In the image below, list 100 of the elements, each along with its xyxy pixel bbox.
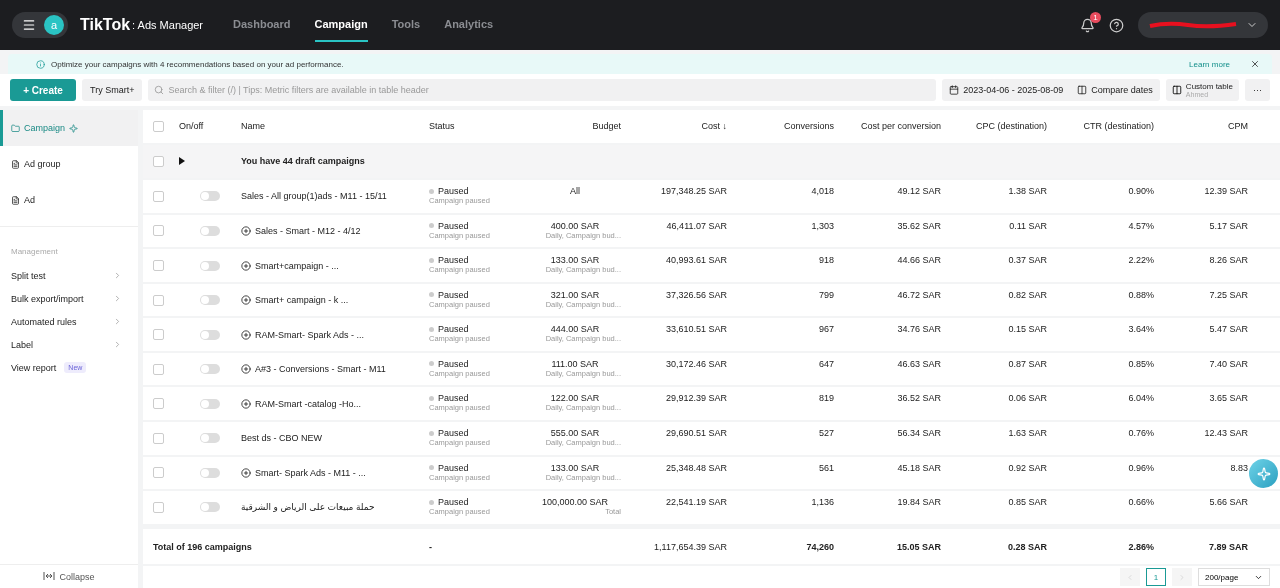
budget-value: 111.00 SAR: [551, 358, 599, 369]
on-off-toggle[interactable]: [200, 260, 220, 271]
expand-caret-icon[interactable]: [179, 157, 185, 166]
column-header[interactable]: CTR (destination): [1055, 121, 1162, 131]
table-cell-text: 30,172.46 SAR: [664, 358, 728, 369]
notification-bell-icon[interactable]: [1080, 17, 1095, 33]
checkbox[interactable]: [153, 294, 164, 306]
checkbox[interactable]: [153, 363, 164, 375]
campaign-name[interactable]: A#3 - Conversions - Smart - M11: [255, 364, 386, 375]
on-off-toggle[interactable]: [200, 364, 220, 375]
campaign-name[interactable]: Sales - All group(1)ads - M11 - 15/11: [241, 191, 387, 202]
table-cell-text: 7.40 SAR: [1208, 358, 1249, 369]
brand-logo: TikTok: [80, 16, 131, 34]
checkbox[interactable]: [153, 260, 164, 271]
help-icon[interactable]: [1109, 17, 1124, 33]
campaign-name[interactable]: حملة مبيعات على الرياض و الشرقية: [241, 502, 375, 513]
total-cell-text: 7.89 SAR: [1207, 541, 1249, 552]
table-cell-text: 1.38 SAR: [1007, 186, 1048, 197]
status-text: Paused: [438, 497, 469, 508]
collapse-button[interactable]: Collapse: [0, 564, 138, 588]
section-title: Management: [0, 226, 138, 264]
column-header[interactable]: CPC (destination): [949, 121, 1055, 131]
campaign-name[interactable]: Smart+campaign - ...: [255, 260, 339, 271]
nav-tab[interactable]: Tools: [391, 8, 421, 42]
account-switcher[interactable]: [1138, 12, 1268, 38]
checkbox[interactable]: [153, 398, 164, 410]
table-cell-text: 49.12 SAR: [896, 186, 942, 197]
chevron-right-icon: [113, 271, 122, 280]
column-header[interactable]: Name: [241, 121, 429, 131]
learn-more-link[interactable]: Learn more: [1189, 59, 1230, 69]
total-cell-text: 74,260: [805, 541, 835, 552]
close-icon[interactable]: [1250, 59, 1260, 69]
campaign-name[interactable]: Sales - Smart - M12 - 4/12: [255, 225, 361, 236]
campaign-name[interactable]: RAM-Smart -catalog -Ho...: [255, 398, 362, 409]
on-off-toggle[interactable]: [200, 398, 220, 409]
checkbox[interactable]: [153, 120, 164, 132]
column-header[interactable]: CPM: [1162, 121, 1268, 131]
total-cell-text: 0.28 SAR: [1006, 541, 1048, 552]
checkbox[interactable]: [153, 225, 164, 237]
product-name: : Ads Manager: [132, 19, 204, 31]
nav-tab[interactable]: Analytics: [444, 8, 494, 42]
budget-value: 100,000.00 SAR: [541, 497, 609, 508]
next-page-button[interactable]: [1172, 568, 1192, 587]
budget-value: 321.00 SAR: [550, 289, 600, 300]
sparkle-icon: [1256, 466, 1271, 481]
column-header[interactable]: On/off: [179, 121, 241, 131]
more-button[interactable]: ···: [1245, 79, 1270, 101]
column-header[interactable]: Cost per conversion: [842, 121, 949, 131]
column-header[interactable]: Conversions: [735, 121, 842, 131]
table-cell-text: 197,348.25 SAR: [659, 186, 728, 197]
on-off-toggle[interactable]: [200, 191, 220, 202]
on-off-toggle[interactable]: [200, 329, 220, 340]
on-off-toggle[interactable]: [200, 295, 220, 306]
budget-value: 444.00 SAR: [550, 324, 600, 335]
checkbox[interactable]: [153, 155, 164, 167]
nav-tab[interactable]: Dashboard: [233, 8, 291, 42]
on-off-toggle[interactable]: [200, 225, 220, 236]
smart-campaign-icon: [241, 467, 251, 478]
view-report-link[interactable]: View report: [11, 362, 57, 373]
on-off-toggle[interactable]: [200, 502, 220, 513]
management-item[interactable]: Automated rules: [0, 310, 138, 333]
management-item[interactable]: Bulk export/import: [0, 287, 138, 310]
on-off-toggle[interactable]: [200, 433, 220, 444]
checkbox[interactable]: [153, 432, 164, 444]
page-size-select[interactable]: 200/page: [1198, 568, 1270, 587]
table-cell-text: 561: [817, 462, 835, 473]
table-cell-text: 3.65 SAR: [1208, 393, 1249, 404]
search-field[interactable]: Search & filter (/) | Tips: Metric filters are available in table header: [148, 79, 937, 101]
campaign-name[interactable]: RAM-Smart- Spark Ads - ...: [255, 329, 365, 340]
menu-icon[interactable]: [22, 18, 36, 32]
campaign-name[interactable]: Best ds - CBO NEW: [241, 433, 322, 444]
management-item[interactable]: Split test: [0, 264, 138, 287]
checkbox[interactable]: [153, 190, 164, 202]
column-header[interactable]: Budget: [529, 121, 629, 131]
table-cell-text: 3.64%: [1127, 324, 1155, 335]
nav-tab[interactable]: Campaign: [314, 8, 368, 42]
level-tab[interactable]: Campaign: [0, 110, 138, 146]
page-number[interactable]: 1: [1146, 568, 1166, 587]
table-cell-text: 799: [817, 289, 835, 300]
date-range-button[interactable]: 2023-04-06 - 2025-08-09: [942, 85, 1071, 95]
table-cell-text: 1,136: [810, 497, 835, 508]
total-cell-text: 15.05 SAR: [895, 541, 942, 552]
table-cell-text: 8.83: [1229, 462, 1249, 473]
checkbox[interactable]: [153, 467, 164, 479]
checkbox[interactable]: [153, 329, 164, 341]
management-item[interactable]: Label: [0, 333, 138, 356]
campaign-name[interactable]: Smart+ campaign - k ...: [255, 295, 349, 306]
table-cell-text: 0.37 SAR: [1007, 255, 1048, 266]
try-smart-button[interactable]: Try Smart+: [82, 79, 143, 101]
compare-dates-button[interactable]: Compare dates: [1070, 85, 1160, 95]
checkbox[interactable]: [153, 501, 164, 513]
collapse-icon: [43, 571, 56, 580]
table-cell-text: 46,411.07 SAR: [665, 220, 728, 231]
previous-page-button[interactable]: [1120, 568, 1140, 587]
campaign-name[interactable]: Smart- Spark Ads - M11 - ...: [255, 467, 366, 478]
compare-icon: [1077, 85, 1088, 95]
on-off-toggle[interactable]: [200, 467, 220, 478]
smart-campaign-icon: [241, 295, 251, 306]
column-header[interactable]: Cost ↓: [629, 121, 735, 131]
column-header[interactable]: Status: [429, 121, 529, 131]
